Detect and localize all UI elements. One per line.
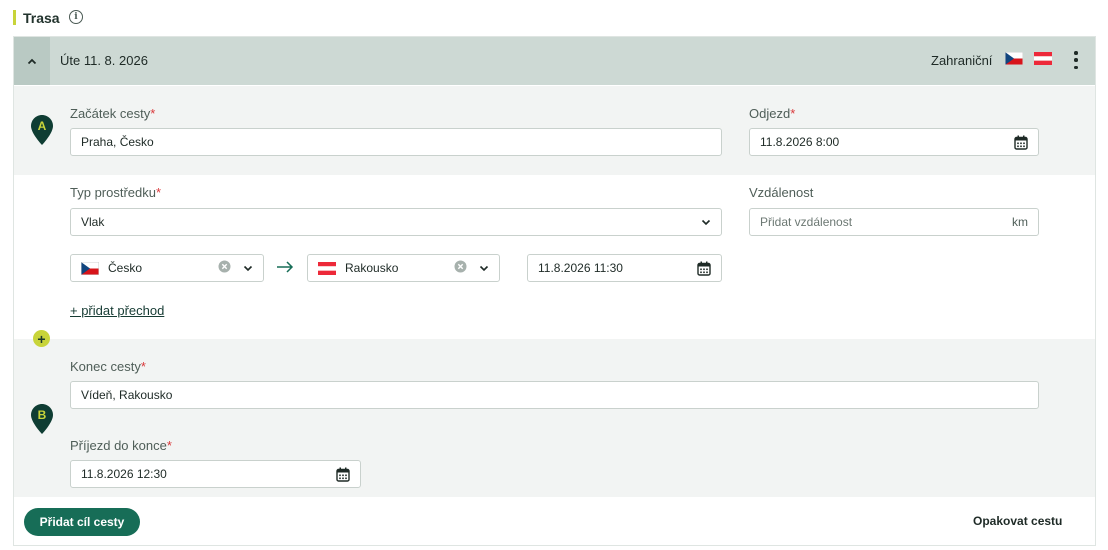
transport-type-value: Vlak bbox=[81, 215, 105, 229]
from-country-value: Česko bbox=[108, 261, 143, 275]
section-title: Trasa bbox=[23, 10, 60, 26]
end-location-input[interactable]: Vídeň, Rakousko bbox=[70, 381, 1039, 409]
distance-placeholder: Přidat vzdálenost bbox=[760, 215, 853, 229]
calendar-icon[interactable] bbox=[697, 261, 711, 276]
collapse-button[interactable] bbox=[14, 37, 50, 85]
to-country-value: Rakousko bbox=[345, 261, 399, 275]
transport-label: Typ prostředku* bbox=[70, 185, 162, 200]
transport-type-select[interactable]: Vlak bbox=[70, 208, 722, 236]
departure-datetime-input[interactable]: 11.8.2026 8:00 bbox=[749, 128, 1039, 156]
crossing-datetime-input[interactable]: 11.8.2026 11:30 bbox=[527, 254, 722, 282]
trip-date: Úte 11. 8. 2026 bbox=[60, 53, 148, 68]
start-location-value: Praha, Česko bbox=[81, 135, 154, 149]
cz-flag-icon bbox=[1005, 52, 1023, 65]
add-stop-icon[interactable]: + bbox=[33, 330, 50, 347]
start-label: Začátek cesty* bbox=[70, 106, 156, 121]
clear-icon[interactable] bbox=[218, 260, 231, 276]
arrow-right-icon bbox=[277, 261, 294, 273]
arrival-value: 11.8.2026 12:30 bbox=[81, 467, 167, 481]
more-vertical-icon[interactable] bbox=[1070, 50, 1082, 70]
chevron-down-icon bbox=[701, 219, 711, 226]
distance-input[interactable]: Přidat vzdálenost km bbox=[749, 208, 1039, 236]
departure-label: Odjezd* bbox=[749, 106, 796, 121]
calendar-icon[interactable] bbox=[336, 467, 350, 482]
chevron-down-icon bbox=[479, 261, 489, 275]
add-crossing-link[interactable]: + přidat přechod bbox=[70, 303, 164, 318]
at-flag-icon bbox=[318, 261, 336, 275]
end-label: Konec cesty* bbox=[70, 359, 146, 374]
start-marker-icon: A bbox=[31, 115, 53, 145]
clear-icon[interactable] bbox=[454, 260, 467, 276]
section-accent-bar bbox=[13, 10, 16, 25]
arrival-datetime-input[interactable]: 11.8.2026 12:30 bbox=[70, 460, 361, 488]
start-location-input[interactable]: Praha, Česko bbox=[70, 128, 722, 156]
departure-value: 11.8.2026 8:00 bbox=[760, 135, 840, 149]
end-marker-icon: B bbox=[31, 404, 53, 434]
repeat-trip-button[interactable]: Opakovat cestu bbox=[973, 514, 1062, 528]
at-flag-icon bbox=[1034, 52, 1052, 65]
chevron-up-icon bbox=[27, 58, 37, 64]
info-icon[interactable]: i bbox=[69, 10, 83, 24]
end-location-value: Vídeň, Rakousko bbox=[81, 388, 173, 402]
chevron-down-icon bbox=[243, 261, 253, 275]
trip-type: Zahraniční bbox=[931, 53, 993, 68]
start-marker-letter: A bbox=[38, 119, 47, 133]
cz-flag-icon bbox=[81, 261, 99, 275]
distance-label: Vzdálenost bbox=[749, 185, 814, 200]
crossing-datetime-value: 11.8.2026 11:30 bbox=[538, 261, 623, 275]
from-country-select[interactable]: Česko bbox=[70, 254, 264, 282]
end-marker-letter: B bbox=[38, 408, 47, 422]
to-country-select[interactable]: Rakousko bbox=[307, 254, 500, 282]
distance-unit: km bbox=[1012, 215, 1028, 229]
add-destination-button[interactable]: Přidat cíl cesty bbox=[24, 508, 140, 536]
calendar-icon[interactable] bbox=[1014, 135, 1028, 150]
arrival-label: Příjezd do konce* bbox=[70, 438, 172, 453]
